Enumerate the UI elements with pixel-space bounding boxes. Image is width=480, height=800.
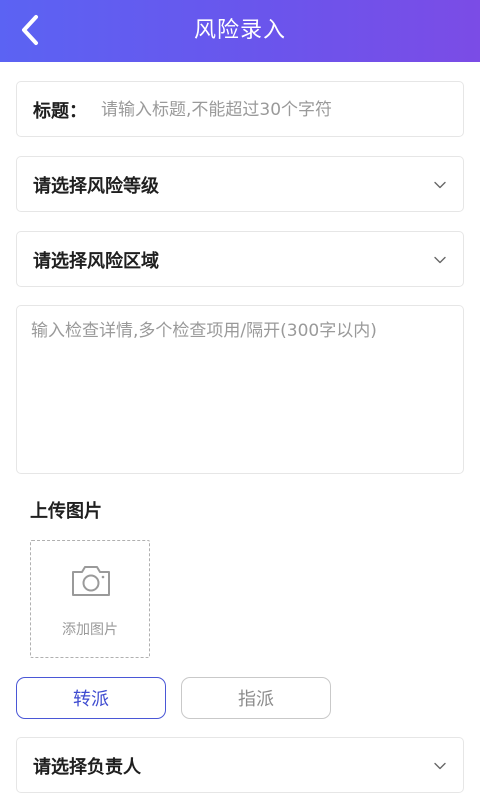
detail-card (16, 305, 464, 474)
page-title: 风险录入 (193, 18, 286, 43)
detail-textarea[interactable] (17, 306, 463, 473)
responsible-select[interactable]: 请选择负责人 (16, 737, 464, 793)
responsible-label: 请选择负责人 (33, 757, 141, 778)
chevron-down-icon (434, 762, 446, 770)
add-image-text: 添加图片 (62, 622, 118, 638)
upload-label: 上传图片 (30, 501, 102, 522)
designate-button[interactable]: 指派 (181, 677, 331, 719)
risk-level-select[interactable]: 请选择风险等级 (16, 156, 464, 212)
risk-area-label: 请选择风险区域 (33, 251, 159, 272)
add-image-button[interactable]: 添加图片 (30, 540, 150, 658)
risk-level-label: 请选择风险等级 (33, 176, 159, 197)
transfer-button[interactable]: 转派 (16, 677, 166, 719)
header-bar: 风险录入 (0, 0, 480, 62)
title-input[interactable] (101, 100, 447, 120)
chevron-down-icon (434, 256, 446, 264)
camera-icon (72, 566, 110, 596)
chevron-down-icon (434, 181, 446, 189)
title-field-card: 标题： (16, 81, 464, 137)
title-label: 标题： (33, 101, 87, 122)
risk-area-select[interactable]: 请选择风险区域 (16, 231, 464, 287)
